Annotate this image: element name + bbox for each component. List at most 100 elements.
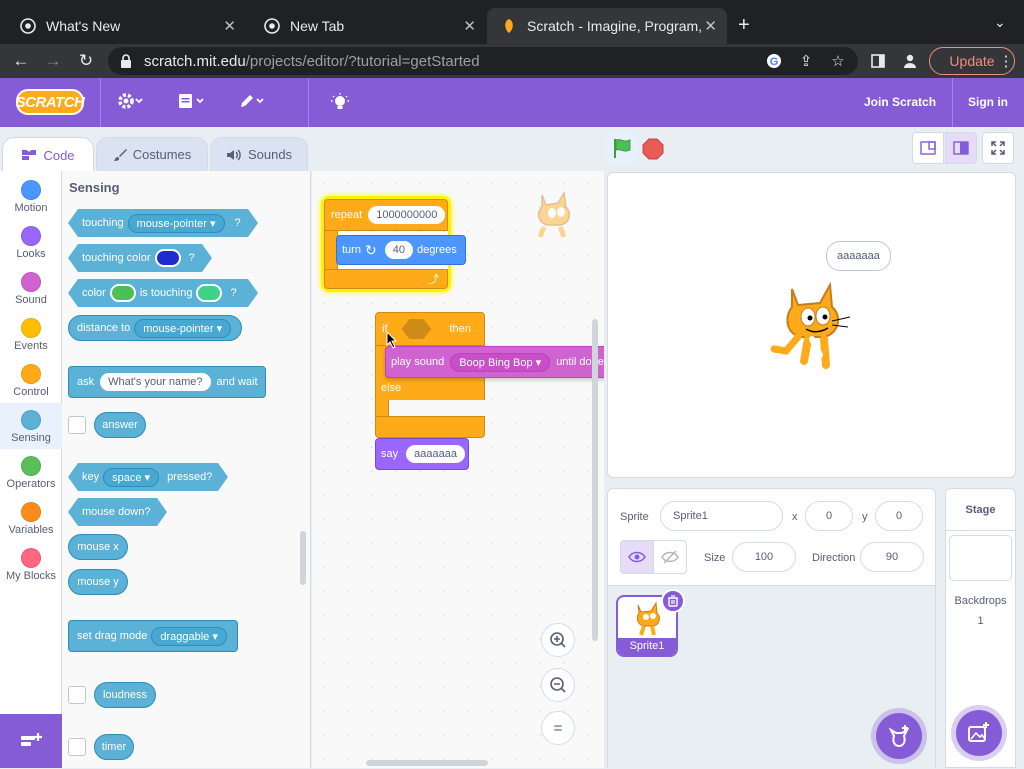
share-icon[interactable]: ⇪ (796, 51, 816, 71)
ask-and-wait-block[interactable]: ask What's your name? and wait (68, 366, 266, 398)
category-label: Control (13, 386, 49, 398)
google-lens-icon[interactable]: G (764, 51, 784, 71)
distance-dropdown[interactable]: mouse-pointer ▾ (134, 318, 232, 338)
answer-block[interactable]: answer (94, 412, 146, 438)
reload-icon[interactable]: ↻ (75, 50, 97, 72)
block-category-menu: Motion Looks Sound Events Control Sensin… (0, 171, 62, 716)
stage-canvas[interactable]: aaaaaaa (607, 172, 1016, 478)
side-panel-icon[interactable] (868, 51, 888, 71)
drag-mode-dropdown[interactable]: draggable ▾ (151, 626, 227, 646)
play-sound-until-done-block[interactable]: play sound Boop Bing Bop ▾ until done (385, 346, 604, 378)
direction-input[interactable]: 90 (860, 542, 924, 572)
answer-monitor-checkbox[interactable] (68, 416, 86, 434)
tab-costumes[interactable]: Costumes (96, 137, 208, 171)
browser-tab-whats-new[interactable]: What's New ✕ (6, 8, 246, 44)
hide-sprite-button[interactable] (653, 540, 687, 574)
set-drag-mode-block[interactable]: set drag mode draggable ▾ (68, 620, 238, 652)
zoom-in-button[interactable] (541, 623, 575, 657)
size-input[interactable]: 100 (732, 542, 796, 572)
profile-icon[interactable] (900, 51, 920, 71)
tutorials-lightbulb-icon[interactable] (330, 92, 350, 112)
show-sprite-button[interactable] (620, 540, 654, 574)
category-control[interactable]: Control (0, 357, 62, 403)
close-tab-icon[interactable]: ✕ (704, 17, 717, 35)
back-icon[interactable]: ← (10, 50, 32, 72)
sprite-name-input[interactable]: Sprite1 (660, 501, 783, 531)
mouse-down-block[interactable]: mouse down? (68, 498, 167, 526)
zoom-reset-button[interactable]: = (541, 711, 575, 745)
color-swatch[interactable] (196, 284, 222, 302)
distance-to-block[interactable]: distance to mouse-pointer ▾ (68, 315, 242, 341)
repeat-count-input[interactable]: 1000000000 (368, 206, 446, 224)
zoom-out-button[interactable] (541, 668, 575, 702)
y-position-input[interactable]: 0 (875, 501, 923, 531)
touching-dropdown[interactable]: mouse-pointer ▾ (128, 214, 225, 233)
sound-dropdown[interactable]: Boop Bing Bop ▾ (450, 352, 551, 372)
workspace-horizontal-scrollbar[interactable] (366, 760, 488, 766)
timer-block[interactable]: timer (94, 734, 134, 760)
forward-icon[interactable]: → (42, 50, 64, 72)
add-extension-button[interactable] (0, 714, 62, 768)
loudness-block[interactable]: loudness (94, 682, 156, 708)
turn-block[interactable]: turn ↻ 40 degrees (336, 235, 466, 265)
edit-pencil-menu-icon[interactable] (238, 92, 266, 110)
sign-in-link[interactable]: Sign in (968, 95, 1008, 109)
settings-gear-icon[interactable] (118, 92, 144, 110)
workspace-vertical-scrollbar[interactable] (592, 319, 598, 641)
address-bar[interactable]: scratch.mit.edu/projects/editor/?tutoria… (108, 47, 858, 75)
turn-degrees-input[interactable]: 40 (384, 241, 413, 259)
key-dropdown[interactable]: space ▾ (103, 468, 159, 487)
color-swatch[interactable] (155, 249, 181, 267)
category-sensing[interactable]: Sensing (0, 403, 62, 449)
choose-backdrop-button[interactable] (956, 710, 1002, 756)
tab-code[interactable]: Code (2, 137, 94, 172)
category-variables[interactable]: Variables (0, 495, 62, 541)
more-menu-icon[interactable]: ⋮ (996, 51, 1016, 71)
delete-sprite-button[interactable] (661, 589, 685, 613)
fullscreen-button[interactable] (982, 132, 1014, 164)
color-is-touching-block[interactable]: color is touching ? (68, 279, 258, 307)
green-flag-button[interactable] (606, 132, 638, 164)
say-text-input[interactable]: aaaaaaa (406, 445, 465, 463)
timer-monitor-checkbox[interactable] (68, 738, 86, 756)
cat-sprite-icon[interactable] (768, 281, 854, 374)
ask-question-input[interactable]: What's your name? (100, 373, 211, 391)
choose-sprite-button[interactable] (876, 713, 922, 759)
tab-search-chevron-icon[interactable]: ⌄ (994, 14, 1006, 31)
file-menu-icon[interactable] (178, 92, 206, 110)
close-tab-icon[interactable]: ✕ (223, 17, 236, 35)
small-stage-button[interactable] (912, 132, 944, 164)
category-motion[interactable]: Motion (0, 173, 62, 219)
new-tab-icon[interactable]: + (738, 14, 750, 37)
large-stage-button[interactable] (945, 132, 977, 164)
loudness-monitor-checkbox[interactable] (68, 686, 86, 704)
mouse-y-block[interactable]: mouse y (68, 569, 128, 595)
browser-tab-scratch[interactable]: Scratch - Imagine, Program, Sh ✕ (487, 8, 727, 44)
say-block[interactable]: say aaaaaaa (375, 438, 469, 470)
code-workspace[interactable]: repeat 1000000000 ⤴ turn ↻ 40 degrees if… (312, 171, 604, 768)
color-swatch[interactable] (110, 284, 136, 302)
scratch-logo[interactable]: SCRATCH (16, 89, 85, 115)
category-sound[interactable]: Sound (0, 265, 62, 311)
stop-button[interactable] (642, 138, 664, 160)
close-tab-icon[interactable]: ✕ (463, 17, 476, 35)
looks-dot-icon (21, 226, 41, 246)
palette-scrollbar[interactable] (300, 531, 306, 585)
tab-title: Scratch - Imagine, Program, Sh (527, 18, 707, 34)
join-scratch-link[interactable]: Join Scratch (864, 95, 936, 109)
touching-color-block[interactable]: touching color ? (68, 244, 212, 272)
category-events[interactable]: Events (0, 311, 62, 357)
repeat-block[interactable]: repeat 1000000000 (324, 199, 448, 231)
mouse-x-block[interactable]: mouse x (68, 534, 128, 560)
category-operators[interactable]: Operators (0, 449, 62, 495)
key-pressed-block[interactable]: key space ▾ pressed? (68, 463, 228, 491)
category-my-blocks[interactable]: My Blocks (0, 541, 62, 587)
bookmark-star-icon[interactable]: ☆ (828, 51, 848, 71)
category-looks[interactable]: Looks (0, 219, 62, 265)
tab-sounds[interactable]: Sounds (210, 137, 308, 171)
stage-thumbnail[interactable] (949, 535, 1012, 581)
condition-slot[interactable] (401, 319, 432, 339)
x-position-input[interactable]: 0 (805, 501, 853, 531)
browser-tab-new-tab[interactable]: New Tab ✕ (250, 8, 486, 44)
touching-block[interactable]: touching mouse-pointer ▾ ? (68, 209, 258, 237)
